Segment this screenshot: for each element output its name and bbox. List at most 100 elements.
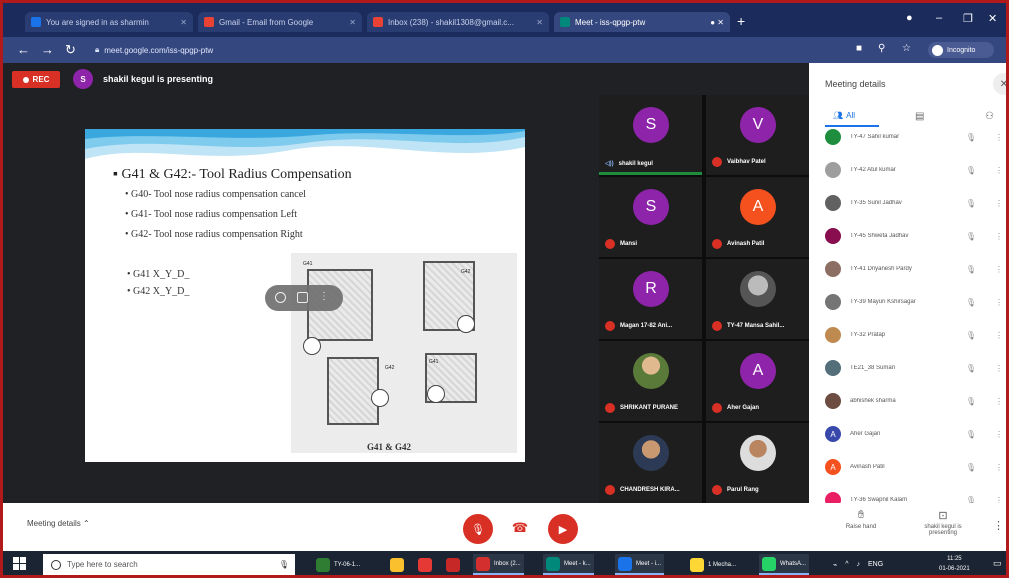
participant-row[interactable]: TY-39 Mayuri Kshirsagar 🎙︎ ⋮ <box>825 290 1003 314</box>
participant-tile[interactable]: SHRIKANT PURANE <box>599 341 702 421</box>
raise-hand-button[interactable]: ✋︎ Raise hand <box>831 509 891 530</box>
browser-tab-active[interactable]: Meet - iss-qpgp-ptw ● ✕ <box>554 12 730 32</box>
taskbar-app[interactable]: 1 Mecha... <box>687 554 739 575</box>
mic-off-icon: 🎙︎ <box>965 429 976 439</box>
panel-close-icon[interactable]: ✕ <box>993 73 1006 95</box>
participant-tile[interactable]: A Aher Gajan <box>706 341 809 421</box>
address-bar: ← → ↻ 🔒︎ meet.google.com/iss-qpgp-ptw ■ … <box>3 37 1006 63</box>
taskbar-app[interactable] <box>443 554 463 575</box>
more-options-icon[interactable]: ⋮ <box>995 166 1003 175</box>
taskbar-clock[interactable]: 11:25 01-06-2021 <box>939 554 970 574</box>
forward-icon[interactable]: → <box>41 42 54 57</box>
reload-icon[interactable]: ↻ <box>65 42 76 58</box>
participant-tile[interactable]: A Avinash Patil <box>706 177 809 257</box>
minimize-icon[interactable]: – <box>936 12 942 24</box>
camera-toggle-button[interactable]: ▶ <box>548 514 578 544</box>
tab-activities[interactable]: ⚇ <box>985 111 994 122</box>
taskbar-app[interactable]: Meet - k... <box>543 554 594 575</box>
clock-time: 11:25 <box>947 556 962 562</box>
taskbar-app[interactable]: Meet - i... <box>615 554 665 575</box>
mic-off-icon: 🎙︎ <box>965 165 976 175</box>
participant-row[interactable]: TY-41 Dnyanesh Pardy 🎙︎ ⋮ <box>825 257 1003 281</box>
tab-close-icon[interactable]: ● ✕ <box>710 18 724 27</box>
mic-toggle-button[interactable]: 🎙︎ <box>463 514 493 544</box>
tab-people[interactable]: 👥︎ All <box>833 111 855 120</box>
more-options-icon[interactable]: ⋮ <box>993 519 1004 532</box>
taskbar-app[interactable] <box>387 554 407 575</box>
participant-row[interactable]: A Avinash Patil 🎙︎ ⋮ <box>825 455 1003 479</box>
tab-close-icon[interactable]: ✕ <box>349 18 356 27</box>
participant-tile[interactable]: Parul Rang <box>706 423 809 503</box>
self-view-controls[interactable]: ⋮ <box>265 285 343 311</box>
recording-dot-icon <box>22 76 29 83</box>
participant-row[interactable]: TY-35 Sunil Jadhav 🎙︎ ⋮ <box>825 191 1003 215</box>
tab-label: Inbox (238) - shakil1308@gmail.c... <box>388 17 514 27</box>
taskbar-app[interactable]: Inbox (2... <box>473 554 524 575</box>
participant-tile[interactable]: V Vaibhav Patel <box>706 95 809 175</box>
taskbar-app[interactable] <box>415 554 435 575</box>
more-options-icon[interactable]: ⋮ <box>995 364 1003 373</box>
zoom-icon[interactable]: ⚲ <box>878 43 885 54</box>
participant-row[interactable]: TY-32 Pratap 🎙︎ ⋮ <box>825 323 1003 347</box>
new-tab-icon[interactable]: + <box>737 13 745 29</box>
participant-row[interactable]: TY-47 Sahil kumar 🎙︎ ⋮ <box>825 125 1003 149</box>
bookmark-star-icon[interactable]: ☆ <box>902 43 911 54</box>
participant-tile[interactable]: S ◁)) shakil kegul <box>599 95 702 175</box>
participant-row[interactable]: abhishek sharma 🎙︎ ⋮ <box>825 389 1003 413</box>
expand-icon[interactable] <box>297 292 308 303</box>
browser-tab[interactable]: Inbox (238) - shakil1308@gmail.c... ✕ <box>367 12 549 32</box>
microphone-icon[interactable]: 🎙︎ <box>279 560 289 569</box>
speaker-icon[interactable]: ♪ <box>857 561 861 568</box>
participant-avatar <box>825 360 841 376</box>
participant-row[interactable]: TE21_38 Suman 🎙︎ ⋮ <box>825 356 1003 380</box>
notifications-icon[interactable]: ▭ <box>993 558 1002 569</box>
browser-tab[interactable]: You are signed in as sharmin ✕ <box>25 12 193 32</box>
taskbar-app[interactable]: WhatsA... <box>759 554 810 575</box>
leave-call-button[interactable]: ☎︎ <box>507 520 533 535</box>
participant-tile[interactable]: TY-47 Mansa Sahil... <box>706 259 809 339</box>
more-options-icon[interactable]: ⋮ <box>995 298 1003 307</box>
meeting-details-button[interactable]: Meeting details ⌃ <box>27 519 90 528</box>
language-indicator[interactable]: ENG <box>868 561 883 568</box>
maximize-icon[interactable]: ❐ <box>963 12 973 25</box>
app-icon <box>618 556 632 571</box>
more-options-icon[interactable]: ⋮ <box>995 232 1003 241</box>
browser-tab[interactable]: Gmail - Email from Google ✕ <box>198 12 362 32</box>
app-icon <box>476 556 490 571</box>
tab-chat[interactable]: ▤ <box>915 111 924 122</box>
participant-tile[interactable]: S Mansi <box>599 177 702 257</box>
url-input[interactable]: 🔒︎ meet.google.com/iss-qpgp-ptw <box>95 41 835 59</box>
camera-icon[interactable]: ■ <box>856 43 862 54</box>
network-icon[interactable]: ⌁ <box>833 561 837 569</box>
tab-close-icon[interactable]: ✕ <box>536 18 543 27</box>
figure-tool <box>371 389 389 407</box>
more-options-icon[interactable]: ⋮ <box>319 292 330 303</box>
more-options-icon[interactable]: ⋮ <box>995 430 1003 439</box>
participant-tile[interactable]: CHANDRESH KIRA... <box>599 423 702 503</box>
tray-chevron-icon[interactable]: ^ <box>845 561 848 568</box>
back-icon[interactable]: ← <box>17 42 30 57</box>
more-options-icon[interactable]: ⋮ <box>995 331 1003 340</box>
taskbar-search-input[interactable]: Type here to search 🎙︎ <box>43 554 295 575</box>
participant-row[interactable]: A Aher Gajan 🎙︎ ⋮ <box>825 422 1003 446</box>
participant-name: Mansi <box>620 241 638 247</box>
tab-close-icon[interactable]: ✕ <box>180 18 187 27</box>
windows-start-icon[interactable] <box>13 557 27 571</box>
incognito-profile-button[interactable]: Incognito <box>928 42 994 58</box>
taskbar-app[interactable]: TY-06-1... <box>313 554 363 575</box>
close-window-icon[interactable]: ✕ <box>988 12 997 25</box>
presenting-button[interactable]: ⊡ shakil kegul is presenting <box>913 509 973 536</box>
more-options-icon[interactable]: ⋮ <box>995 463 1003 472</box>
participant-tile[interactable]: R Magan 17-82 Ani... <box>599 259 702 339</box>
meeting-details-panel: Meeting details ✕ 👥︎ All ▤ ⚇ TY-47 Sahil … <box>809 63 1006 508</box>
more-options-icon[interactable]: ⋮ <box>995 265 1003 274</box>
more-options-icon[interactable]: ⋮ <box>995 397 1003 406</box>
more-options-icon[interactable]: ⋮ <box>995 133 1003 142</box>
camera-off-icon[interactable] <box>275 292 286 303</box>
participant-row[interactable]: TY-42 Atul kumar 🎙︎ ⋮ <box>825 158 1003 182</box>
participant-name: Aher Gajan <box>850 431 881 437</box>
participant-name: TY-42 Atul kumar <box>850 167 896 173</box>
more-options-icon[interactable]: ⋮ <box>995 199 1003 208</box>
panel-title: Meeting details <box>825 79 886 89</box>
participant-row[interactable]: TY-45 Shweta Jadhav 🎙︎ ⋮ <box>825 224 1003 248</box>
